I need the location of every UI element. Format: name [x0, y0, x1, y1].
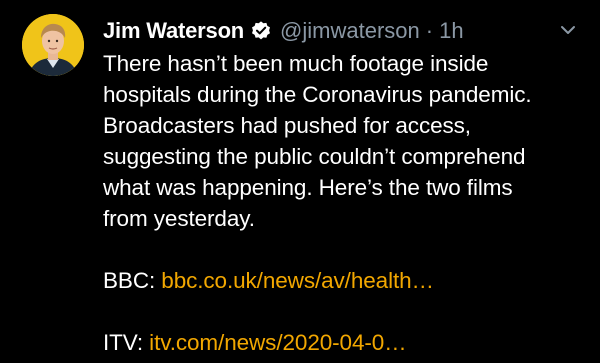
- tweet-text-line: Broadcasters had pushed for access,: [103, 113, 471, 138]
- tweet-header: Jim Waterson @jimwaterson · 1h: [103, 14, 464, 48]
- itv-label: ITV:: [103, 330, 150, 355]
- user-handle[interactable]: @jimwaterson: [280, 18, 420, 44]
- itv-link[interactable]: itv.com/news/2020-04-0…: [149, 330, 407, 355]
- avatar-photo-icon: [22, 14, 84, 76]
- tweet-text-line: from yesterday.: [103, 206, 255, 231]
- itv-link-line: ITV: itv.com/news/2020-04-0…: [103, 327, 583, 358]
- avatar[interactable]: [22, 14, 84, 76]
- tweet-timestamp[interactable]: 1h: [439, 18, 463, 44]
- chevron-down-icon[interactable]: [558, 20, 578, 40]
- bbc-label: BBC:: [103, 268, 162, 293]
- bbc-link-line: BBC: bbc.co.uk/news/av/health…: [103, 265, 583, 296]
- tweet-card: Jim Waterson @jimwaterson · 1h There has…: [0, 0, 600, 363]
- tweet-text-line: hospitals during the Coronavirus pandemi…: [103, 82, 532, 107]
- bbc-link[interactable]: bbc.co.uk/news/av/health…: [161, 268, 434, 293]
- tweet-text: There hasn’t been much footage inside ho…: [103, 48, 583, 358]
- verified-badge-icon: [250, 20, 272, 42]
- tweet-text-line: There hasn’t been much footage inside: [103, 51, 489, 76]
- tweet-text-line: what was happening. Here’s the two films: [103, 175, 513, 200]
- tweet-text-line: suggesting the public couldn’t comprehen…: [103, 144, 526, 169]
- display-name[interactable]: Jim Waterson: [103, 18, 244, 44]
- separator-dot: ·: [425, 18, 434, 43]
